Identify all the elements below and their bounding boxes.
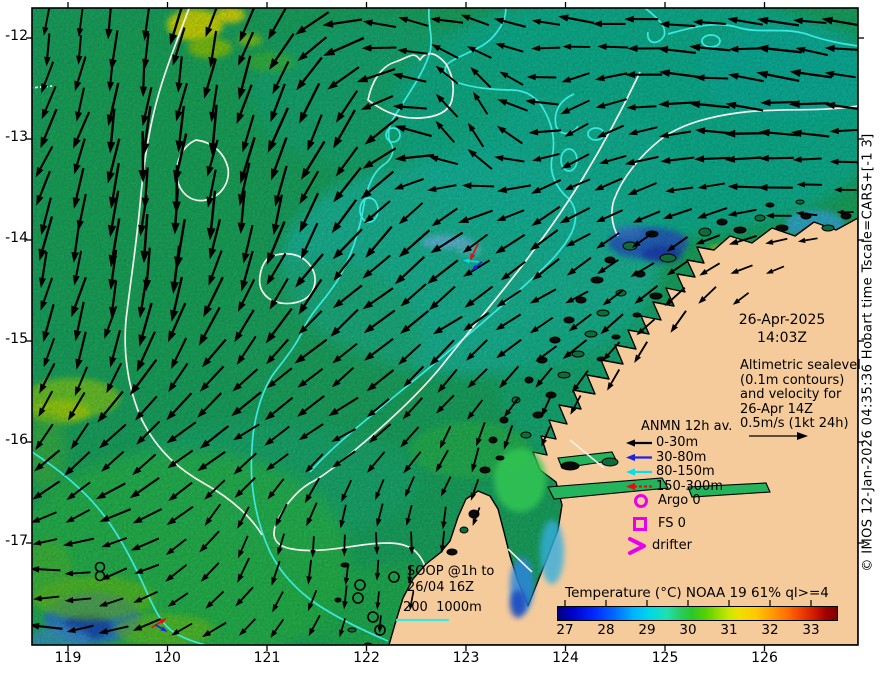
island	[446, 548, 458, 556]
anmn-depth-label: 150-300m	[656, 478, 723, 494]
copyright-text: © IMOS 12-Jan-2026 04:35:36 Hobart time …	[860, 133, 876, 572]
colorbar-tick-label: 33	[802, 622, 820, 638]
island	[590, 276, 604, 284]
drifter-legend-label: drifter	[652, 538, 692, 553]
lon-tick-label: 125	[651, 650, 679, 666]
anmn-depth-label: 0-30m	[656, 435, 699, 450]
island	[584, 330, 598, 338]
lon-tick-label: 121	[253, 650, 281, 666]
island	[560, 461, 580, 471]
island	[733, 226, 747, 234]
island	[632, 312, 642, 318]
lon-tick-label: 126	[751, 650, 778, 666]
island	[479, 466, 491, 474]
ocean-current-map-page: -12 -13 -14 -15 -16 -17 119 120 121 122 123 124 125…	[0, 0, 880, 680]
colorbar-tick-label: 30	[679, 622, 697, 638]
anmn-depth-label: 80-150m	[656, 464, 715, 479]
fs-legend-label: FS 0	[658, 516, 686, 531]
annotation-line: Altimetric sealevel	[740, 358, 861, 373]
annotation-line: 0.5m/s (1kt 24h)	[740, 416, 849, 431]
argo-legend-label: Argo 0	[658, 493, 701, 508]
anmn-depth-label: 30-80m	[656, 449, 707, 465]
annotation-line: (0.1m contours)	[740, 372, 845, 388]
island	[765, 202, 775, 208]
island	[549, 336, 561, 344]
lat-tick-label: -17	[5, 533, 28, 549]
island	[499, 416, 509, 424]
island	[821, 224, 835, 232]
lat-tick-label: -15	[5, 331, 28, 347]
annotation-line: 26-Apr 14Z	[740, 401, 814, 417]
island	[334, 597, 342, 603]
island	[601, 457, 619, 467]
annotation-line: and velocity for	[740, 387, 842, 402]
lon-tick-label: 123	[452, 650, 480, 666]
lon-tick-label: 124	[552, 650, 579, 666]
lat-tick-label: -14	[5, 230, 28, 246]
valid-date-label: 26-Apr-2025	[738, 312, 826, 328]
lon-tick-label: 122	[353, 650, 380, 666]
island	[563, 316, 575, 324]
island	[611, 334, 621, 340]
lat-tick-label: -13	[5, 129, 28, 145]
island	[596, 309, 610, 317]
island	[347, 627, 357, 633]
island	[571, 350, 585, 358]
island	[659, 253, 677, 263]
island	[754, 214, 766, 222]
colorbar-tick-label: 31	[720, 622, 738, 638]
bathymetry-depth-label: 200 1000m	[403, 600, 482, 615]
island	[795, 199, 805, 205]
island	[716, 218, 728, 226]
soop-label-line: 26/04 16Z	[407, 580, 475, 595]
lon-tick-label: 119	[54, 650, 82, 666]
lat-tick-label: -12	[5, 28, 28, 44]
colorbar-tick-label: 27	[556, 622, 574, 638]
island	[488, 436, 498, 444]
island	[557, 371, 571, 379]
island	[520, 431, 532, 439]
colorbar-tick-label: 32	[761, 622, 779, 638]
lon-tick-label: 120	[154, 650, 181, 666]
island	[649, 292, 663, 300]
island	[524, 376, 534, 384]
valid-time-label: 14:03Z	[757, 330, 807, 346]
anmn-legend-title: ANMN 12h av.	[641, 419, 733, 434]
island	[495, 455, 505, 461]
colorbar-title: Temperature (°C) NOAA 19 61% ql>=4	[565, 585, 829, 601]
island	[698, 227, 712, 237]
temperature-colorbar	[557, 606, 838, 621]
colorbar-tick-label: 29	[638, 622, 656, 638]
island	[775, 224, 789, 232]
lat-tick-label: -16	[5, 432, 28, 448]
soop-label-line: SOOP @1h to	[407, 564, 495, 579]
colorbar-tick-label: 28	[597, 622, 615, 638]
island	[459, 526, 469, 534]
